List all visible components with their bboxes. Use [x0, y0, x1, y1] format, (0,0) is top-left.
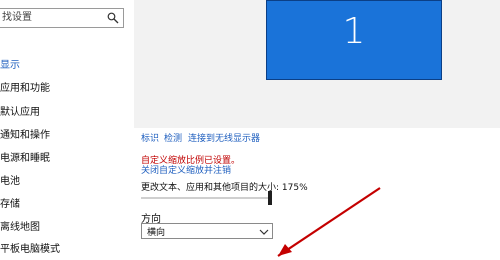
- scale-slider-track[interactable]: [141, 197, 271, 199]
- sidebar-item-display[interactable]: 显示: [0, 60, 20, 72]
- detect-link[interactable]: 检测: [164, 131, 182, 144]
- sidebar-item-apps-features[interactable]: 应用和功能: [0, 83, 50, 95]
- sidebar-item-battery[interactable]: 电池: [0, 176, 20, 188]
- sidebar-item-notifications[interactable]: 通知和操作: [0, 130, 50, 142]
- sidebar-item-storage[interactable]: 存储: [0, 199, 20, 211]
- annotation-arrow-icon: [277, 187, 381, 257]
- search-input[interactable]: 找设置: [0, 8, 124, 28]
- identify-link[interactable]: 标识: [141, 131, 159, 144]
- monitor-number: 1: [342, 11, 366, 52]
- settings-sidebar: 找设置 显示 应用和功能 默认应用 通知和操作 电源和睡眠 电池 存储 离线地图…: [0, 0, 134, 256]
- monitor-tile[interactable]: 1: [266, 0, 442, 80]
- sidebar-item-default-apps[interactable]: 默认应用: [0, 107, 40, 119]
- orientation-select[interactable]: 横向: [141, 223, 273, 239]
- search-icon: [107, 12, 119, 24]
- orientation-select-value: 横向: [147, 228, 166, 238]
- sidebar-item-offline-maps[interactable]: 离线地图: [0, 222, 40, 234]
- chevron-down-icon: [259, 229, 269, 235]
- search-input-text: 找设置: [2, 12, 32, 23]
- connect-wireless-display-link[interactable]: 连接到无线显示器: [188, 131, 260, 144]
- sidebar-item-tablet-mode[interactable]: 平板电脑模式: [0, 244, 60, 256]
- turn-off-custom-scale-link[interactable]: 关闭自定义缩放并注销: [141, 163, 231, 176]
- sidebar-item-power-sleep[interactable]: 电源和睡眠: [0, 153, 50, 165]
